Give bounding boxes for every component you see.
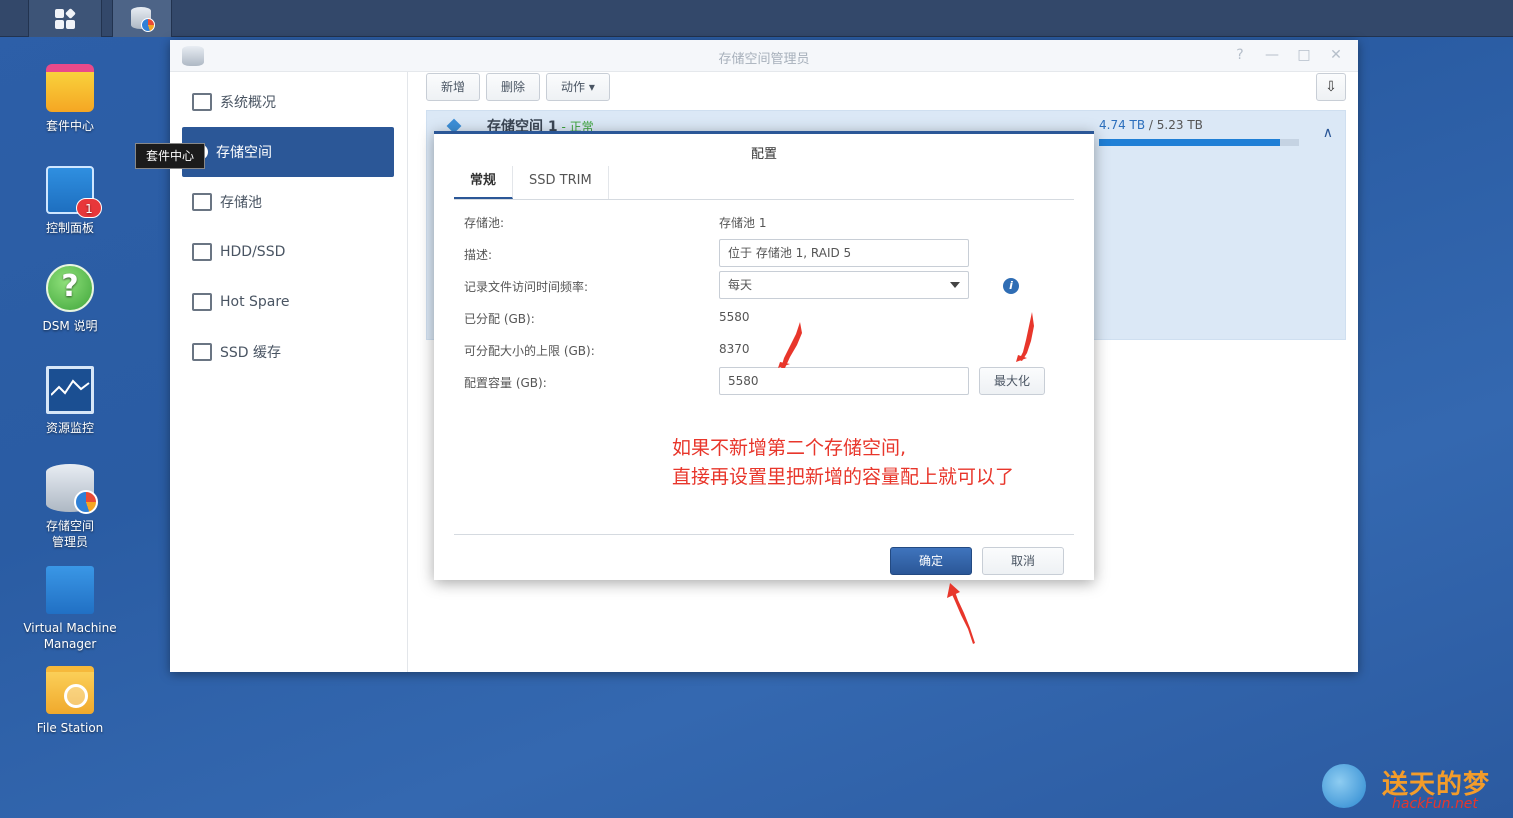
- annotation-arrow-max-button: [1016, 312, 1034, 362]
- annotation-arrow-capacity: [778, 322, 802, 368]
- annotation-arrows: [778, 312, 1034, 644]
- watermark-url: hackFun.net: [1392, 796, 1478, 812]
- watermark-globe-icon: [1322, 764, 1366, 808]
- watermark-logo: 送天的梦 hackFun.net: [1320, 762, 1505, 812]
- annotation-arrow-ok-button: [947, 583, 975, 644]
